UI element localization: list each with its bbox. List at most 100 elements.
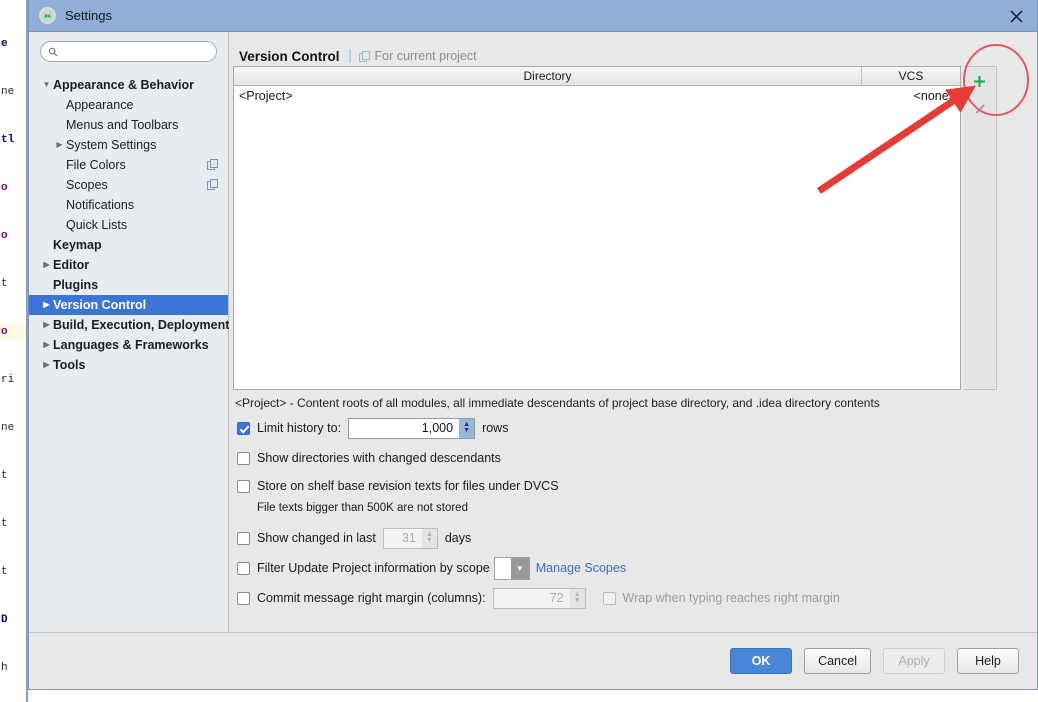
sidebar-item-label: Plugins xyxy=(53,278,99,292)
apply-button: Apply xyxy=(883,648,945,674)
table-row[interactable]: <Project> <none> xyxy=(234,86,960,106)
spinner-stepper: ▲ ▼ xyxy=(569,588,585,608)
sidebar-item-label: Build, Execution, Deployment xyxy=(53,318,230,332)
editor-line: h xyxy=(1,662,8,674)
editor-line: tl xyxy=(1,134,15,146)
manage-scopes-link[interactable]: Manage Scopes xyxy=(536,561,626,575)
table-toolbar xyxy=(964,66,997,390)
sidebar-item-appearance[interactable]: Appearance xyxy=(29,95,228,115)
sidebar-item-system-settings[interactable]: System Settings xyxy=(29,135,228,155)
sidebar-item-label: Quick Lists xyxy=(66,218,128,232)
directory-mappings-table: Directory VCS <Project> <none> xyxy=(233,66,961,390)
chevron-right-icon[interactable] xyxy=(40,261,53,269)
search-input[interactable] xyxy=(62,43,216,60)
chevron-right-icon[interactable] xyxy=(40,361,53,369)
screenshot-root: e ne tl o o t o ri ne t t t D h g o i r … xyxy=(0,0,1038,702)
show-changed-value: 31 xyxy=(401,530,416,545)
close-icon[interactable] xyxy=(1003,5,1029,27)
cell-vcs: <none> xyxy=(913,89,956,103)
sidebar-item-file-colors[interactable]: File Colors xyxy=(29,155,228,175)
editor-line: t xyxy=(1,470,8,482)
store-on-shelf-note-row: File texts bigger than 500K are not stor… xyxy=(237,498,967,518)
editor-background: e ne tl o o t o ri ne t t t D h g o i r … xyxy=(0,0,28,702)
show-changed-checkbox[interactable] xyxy=(237,531,250,545)
column-header-vcs[interactable]: VCS xyxy=(862,67,960,85)
chevron-right-icon[interactable] xyxy=(40,301,53,309)
table-body: <Project> <none> xyxy=(234,86,960,389)
spinner-down-icon[interactable]: ▼ xyxy=(463,427,470,434)
scope-combobox[interactable]: ▼ xyxy=(493,556,530,580)
chevron-right-icon[interactable] xyxy=(40,341,53,349)
limit-history-value[interactable]: 1,000 xyxy=(349,419,459,438)
header-separator xyxy=(348,49,351,63)
cancel-button[interactable]: Cancel xyxy=(804,648,871,674)
sidebar-item-label: Notifications xyxy=(66,198,135,212)
chevron-right-icon[interactable] xyxy=(40,321,53,329)
commit-margin-checkbox[interactable] xyxy=(237,591,250,605)
option-show-directories: Show directories with changed descendant… xyxy=(237,448,967,468)
search-box[interactable] xyxy=(40,41,217,62)
editor-line: ne xyxy=(1,422,15,434)
sidebar-item-menus-and-toolbars[interactable]: Menus and Toolbars xyxy=(29,115,228,135)
option-store-on-shelf: Store on shelf base revision texts for f… xyxy=(237,476,967,496)
sidebar-item-label: Keymap xyxy=(53,238,102,252)
option-show-changed-in-last: Show changed in last 31 ▲ ▼ days xyxy=(237,527,967,549)
project-scope-icon xyxy=(207,179,218,190)
add-mapping-button[interactable] xyxy=(964,67,995,95)
option-commit-margin: Commit message right margin (columns): 7… xyxy=(237,587,967,609)
sidebar-item-scopes[interactable]: Scopes xyxy=(29,175,228,195)
search-icon xyxy=(48,47,58,56)
sidebar-item-tools[interactable]: Tools xyxy=(29,355,228,375)
help-button[interactable]: Help xyxy=(957,648,1019,674)
editor-line: o xyxy=(1,230,8,242)
commit-margin-label: Commit message right margin (columns): xyxy=(257,591,486,605)
show-directories-checkbox[interactable] xyxy=(237,451,250,465)
show-changed-suffix: days xyxy=(444,531,472,545)
limit-history-suffix: rows xyxy=(482,421,509,435)
scope-note: For current project xyxy=(358,49,477,63)
sidebar-item-version-control[interactable]: Version Control xyxy=(29,295,228,315)
chevron-down-icon[interactable] xyxy=(40,81,53,89)
sidebar-item-quick-lists[interactable]: Quick Lists xyxy=(29,215,228,235)
filter-scope-checkbox[interactable] xyxy=(237,561,250,575)
sidebar-item-plugins[interactable]: Plugins xyxy=(29,275,228,295)
project-scope-icon xyxy=(207,159,218,170)
settings-content: Version Control For current project Dire… xyxy=(229,32,1037,632)
chevron-down-icon[interactable]: ▼ xyxy=(510,557,529,579)
commit-margin-spinner: 72 ▲ ▼ xyxy=(492,587,586,609)
page-header: Version Control For current project xyxy=(229,32,1037,67)
scope-note-label: For current project xyxy=(374,49,477,63)
sidebar-item-label: System Settings xyxy=(66,138,157,152)
filter-scope-label: Filter Update Project information by sco… xyxy=(257,561,490,575)
store-on-shelf-note: File texts bigger than 500K are not stor… xyxy=(257,502,468,514)
show-changed-label: Show changed in last xyxy=(257,531,376,545)
column-header-directory[interactable]: Directory xyxy=(234,67,862,85)
sidebar-item-keymap[interactable]: Keymap xyxy=(29,235,228,255)
store-on-shelf-checkbox[interactable] xyxy=(237,479,250,493)
search-area xyxy=(29,41,228,62)
limit-history-spinner[interactable]: 1,000 ▲ ▼ xyxy=(348,417,476,439)
edit-mapping-button[interactable] xyxy=(964,95,995,123)
spinner-stepper: ▲ ▼ xyxy=(421,528,437,548)
sidebar-item-label: Scopes xyxy=(66,178,108,192)
sidebar-item-label: Tools xyxy=(53,358,86,372)
sidebar-item-notifications[interactable]: Notifications xyxy=(29,195,228,215)
sidebar-item-label: Appearance xyxy=(66,98,134,112)
sidebar-item-appearance-behavior[interactable]: Appearance & Behavior xyxy=(29,75,228,95)
dialog-title: Settings xyxy=(65,8,112,23)
editor-line: D xyxy=(1,614,8,626)
show-directories-label: Show directories with changed descendant… xyxy=(257,451,501,465)
project-scope-icon xyxy=(358,50,370,62)
sidebar-item-editor[interactable]: Editor xyxy=(29,255,228,275)
settings-tree: Appearance & Behavior Appearance Menus a… xyxy=(29,75,230,375)
editor-line: ne xyxy=(1,86,15,98)
spinner-stepper[interactable]: ▲ ▼ xyxy=(459,418,475,438)
sidebar-item-languages-frameworks[interactable]: Languages & Frameworks xyxy=(29,335,228,355)
editor-line: t xyxy=(1,566,8,578)
pencil-icon xyxy=(975,103,985,114)
limit-history-checkbox[interactable] xyxy=(237,421,250,435)
ok-button[interactable]: OK xyxy=(730,648,793,674)
chevron-right-icon[interactable] xyxy=(53,141,66,149)
editor-line: e xyxy=(1,38,8,50)
sidebar-item-build-execution-deployment[interactable]: Build, Execution, Deployment xyxy=(29,315,230,335)
